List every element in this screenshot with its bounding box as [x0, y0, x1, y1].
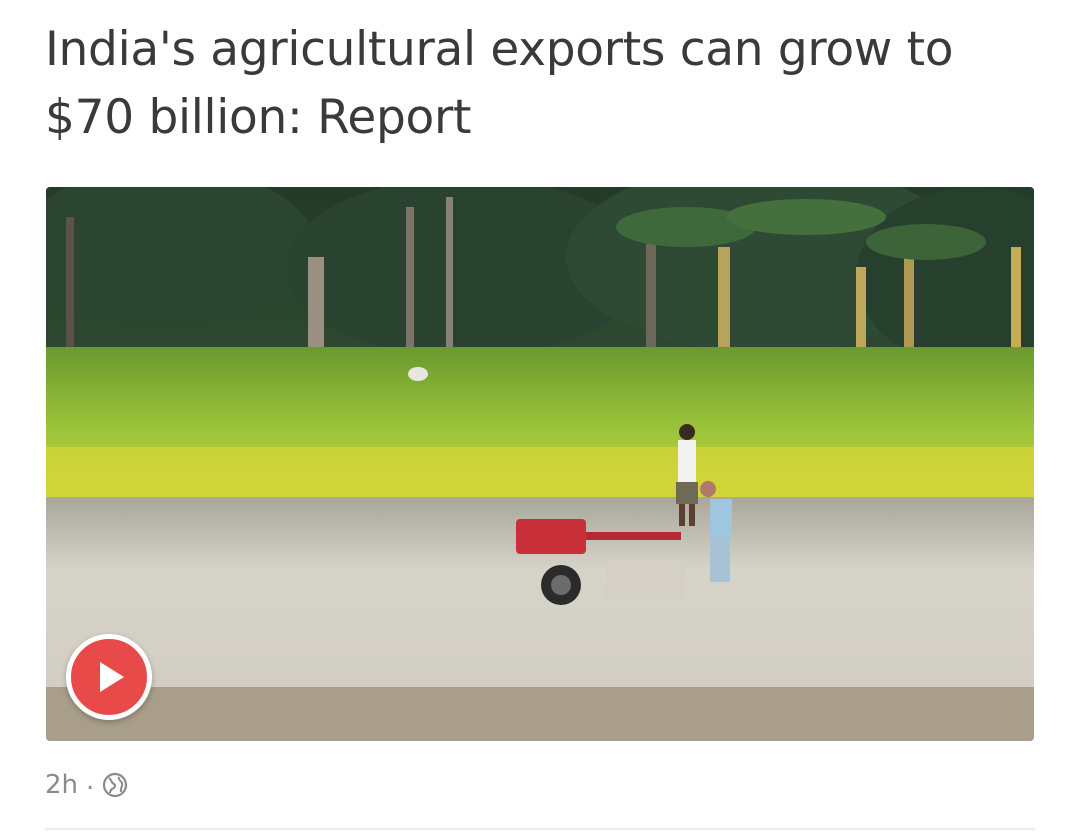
- farm-scene-image: [46, 187, 1034, 741]
- post-meta: 2h .: [45, 766, 128, 800]
- play-icon: [100, 662, 124, 692]
- meta-separator: .: [86, 766, 95, 796]
- video-thumbnail[interactable]: [46, 187, 1034, 741]
- news-post-card[interactable]: India's agricultural exports can grow to…: [0, 0, 1080, 834]
- card-divider: [45, 828, 1035, 830]
- globe-icon: [103, 772, 128, 798]
- post-headline[interactable]: India's agricultural exports can grow to…: [45, 16, 1035, 152]
- play-button[interactable]: [66, 634, 152, 720]
- post-time: 2h: [45, 770, 79, 800]
